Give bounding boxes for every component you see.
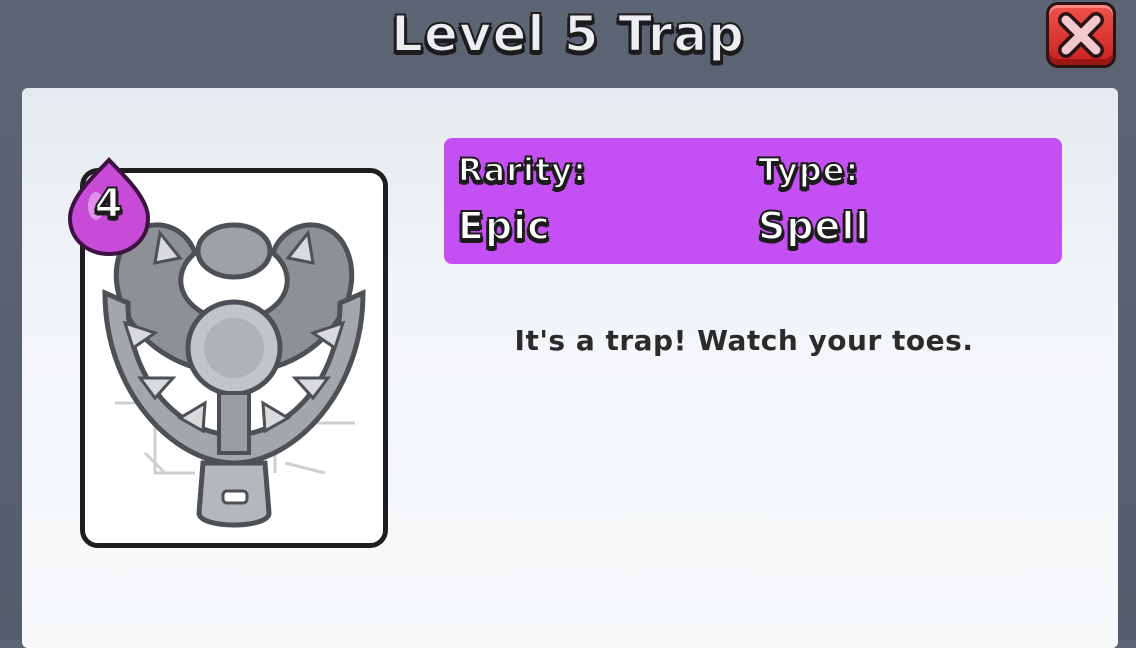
type-value: Spell bbox=[757, 203, 870, 249]
elixir-cost: 4 bbox=[94, 180, 124, 228]
page-title: Level 5 Trap bbox=[390, 4, 745, 64]
close-button[interactable] bbox=[1046, 2, 1116, 68]
rarity-value: Epic bbox=[457, 203, 551, 249]
close-x-icon bbox=[1058, 12, 1104, 58]
rarity-label: Rarity: bbox=[457, 150, 587, 190]
card-description: It's a trap! Watch your toes. bbox=[514, 324, 974, 357]
type-label: Type: bbox=[757, 150, 860, 190]
card-stats-box: Rarity: Epic Type: Spell bbox=[444, 138, 1062, 264]
